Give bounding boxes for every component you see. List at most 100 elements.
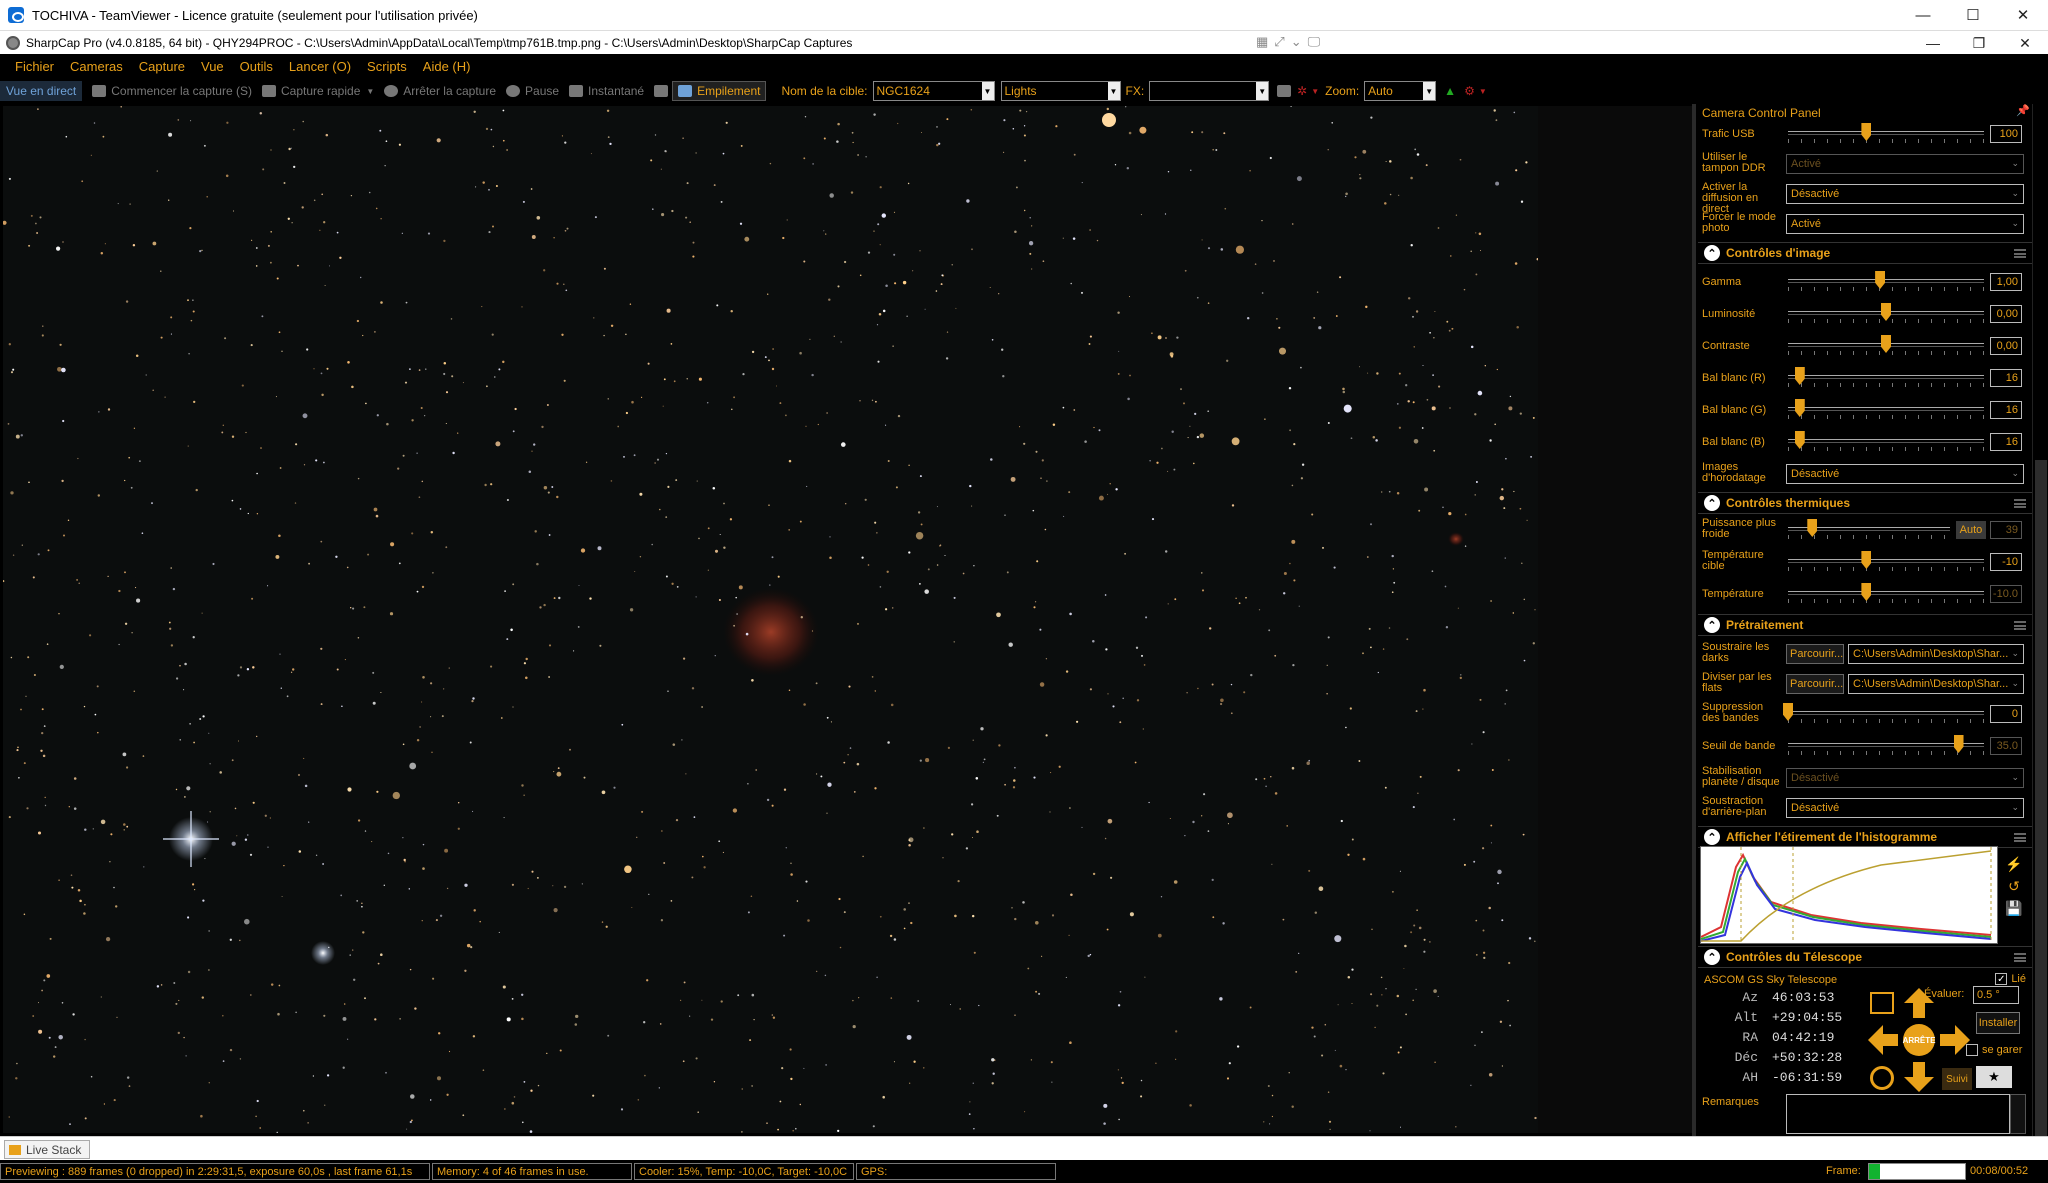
gamma-value[interactable]: 1,00 [1990, 273, 2022, 291]
wb-blue-slider[interactable] [1788, 439, 1984, 443]
target-temp-slider[interactable] [1788, 559, 1984, 563]
settings-icon[interactable]: ⚙ [1464, 84, 1475, 98]
stop-capture-button[interactable]: Arrêter la capture [384, 84, 496, 98]
zoom-combo[interactable]: Auto ▼ [1364, 81, 1437, 101]
photo-select[interactable]: Activé ⌄ [1786, 214, 2024, 234]
sc-minimize-button[interactable]: — [1910, 31, 1956, 55]
rate-select[interactable]: 0.5 ° [1973, 986, 2019, 1004]
quick-capture-button[interactable]: Capture rapide ▼ [261, 84, 374, 98]
wb-green-value[interactable]: 16 [1990, 401, 2022, 419]
menu-aide[interactable]: Aide (H) [423, 59, 471, 74]
copy-icon[interactable] [654, 85, 669, 97]
stop-button[interactable]: ARRÊTE [1903, 1024, 1935, 1056]
usb-traffic-value[interactable]: 100 [1990, 125, 2022, 143]
menu-lancer[interactable]: Lancer (O) [289, 59, 351, 74]
histogram-icon[interactable]: ▲ [1444, 84, 1456, 98]
band-suppression-value[interactable]: 0 [1990, 705, 2022, 723]
notes-scrollbar[interactable] [2010, 1094, 2026, 1134]
remote-grid-icon[interactable]: ▦ [1256, 34, 1268, 50]
menu-scripts[interactable]: Scripts [367, 59, 407, 74]
wb-blue-value[interactable]: 16 [1990, 433, 2022, 451]
tracking-button[interactable]: Suivi [1942, 1068, 1972, 1090]
band-threshold-value[interactable]: 35.0 [1990, 737, 2022, 755]
preprocessing-header[interactable]: ⌃ Prétraitement [1698, 614, 2032, 636]
star [321, 193, 324, 196]
stabilization-select[interactable]: Désactivé ⌄ [1786, 768, 2024, 788]
star-icon[interactable]: ★ [1976, 1066, 2012, 1088]
linked-checkbox[interactable]: ✓ Lié [1995, 973, 2026, 985]
histogram-stretch-header[interactable]: ⌃ Afficher l'étirement de l'histogramme [1698, 826, 2032, 848]
sc-close-button[interactable]: ✕ [2002, 31, 2048, 55]
telescope-controls-header[interactable]: ⌃ Contrôles du Télescope [1698, 946, 2032, 968]
star [1388, 490, 1391, 493]
save-icon[interactable]: 💾 [2005, 900, 2023, 918]
auto-stretch-icon[interactable]: ⚡ [2005, 856, 2023, 874]
luminosity-value[interactable]: 0,00 [1990, 305, 2022, 323]
panel-scrollbar[interactable] [2032, 104, 2048, 1140]
frame-type-combo[interactable]: Lights ▼ [1000, 81, 1121, 101]
target-temp-value[interactable]: -10 [1990, 553, 2022, 571]
bg-subtraction-select[interactable]: Désactivé ⌄ [1786, 798, 2024, 818]
start-capture-button[interactable]: Commencer la capture (S) [92, 84, 252, 98]
star [908, 464, 910, 467]
arrow-down-icon[interactable] [1904, 1062, 1934, 1092]
wb-green-slider[interactable] [1788, 407, 1984, 411]
goto-icon[interactable] [1870, 992, 1894, 1014]
remote-monitor-icon[interactable]: 🖵 [1308, 34, 1321, 50]
menu-vue[interactable]: Vue [201, 59, 224, 74]
park-checkbox[interactable]: se garer [1966, 1044, 2022, 1056]
menu-capture[interactable]: Capture [139, 59, 185, 74]
usb-traffic-slider[interactable] [1788, 131, 1984, 135]
ddr-select[interactable]: Activé ⌄ [1786, 154, 2024, 174]
minimize-button[interactable]: — [1898, 0, 1948, 30]
menu-cameras[interactable]: Cameras [70, 59, 123, 74]
histogram-display[interactable] [1700, 846, 1998, 944]
wb-red-value[interactable]: 16 [1990, 369, 2022, 387]
flats-browse-button[interactable]: Parcourir... [1786, 674, 1844, 694]
settings-dropdown-icon[interactable]: ▼ [1479, 87, 1487, 96]
menu-outils[interactable]: Outils [240, 59, 273, 74]
sc-restore-button[interactable]: ❐ [1956, 31, 2002, 55]
pin-icon[interactable]: 📌 [2016, 104, 2030, 117]
gamma-slider[interactable] [1788, 279, 1984, 283]
darks-path-select[interactable]: C:\Users\Admin\Desktop\Shar... ⌄ [1848, 644, 2024, 664]
notes-textarea[interactable] [1786, 1094, 2010, 1134]
remote-fullscreen-icon[interactable]: ⤢ [1274, 34, 1284, 50]
image-viewer[interactable] [3, 106, 1538, 1133]
panel-splitter[interactable] [1692, 104, 1696, 1136]
arrow-left-icon[interactable] [1868, 1025, 1898, 1055]
install-button[interactable]: Installer [1976, 1012, 2020, 1034]
band-suppression-slider[interactable] [1788, 711, 1984, 715]
star [874, 787, 877, 790]
star [221, 431, 224, 434]
thermal-controls-header[interactable]: ⌃ Contrôles thermiques [1698, 492, 2032, 514]
pause-button[interactable]: Pause [506, 84, 559, 98]
sun-icon[interactable] [1870, 1066, 1894, 1090]
crosshair-dropdown-icon[interactable]: ▼ [1311, 87, 1319, 96]
timestamp-select[interactable]: Désactivé ⌄ [1786, 464, 2024, 484]
scrollbar-thumb[interactable] [2035, 460, 2047, 1140]
flats-path-select[interactable]: C:\Users\Admin\Desktop\Shar... ⌄ [1848, 674, 2024, 694]
contrast-value[interactable]: 0,00 [1990, 337, 2022, 355]
close-button[interactable]: ✕ [1998, 0, 2048, 30]
crosshair-icon[interactable]: ✲ [1297, 84, 1307, 98]
fx-combo[interactable]: ▼ [1149, 81, 1270, 101]
target-name-combo[interactable]: NGC1624 ▼ [872, 81, 995, 101]
star [1493, 109, 1496, 112]
snapshot-button[interactable]: Instantané [569, 84, 644, 98]
record-icon[interactable] [1277, 85, 1292, 97]
tab-live-stack[interactable]: Live Stack [4, 1140, 91, 1159]
remote-chevron-icon[interactable]: ⌄ [1291, 34, 1302, 50]
menu-fichier[interactable]: Fichier [15, 59, 54, 74]
image-controls-header[interactable]: ⌃ Contrôles d'image [1698, 242, 2032, 264]
live-view-button[interactable]: Vue en direct [0, 81, 83, 101]
stream-select[interactable]: Désactivé ⌄ [1786, 184, 2024, 204]
maximize-button[interactable]: ☐ [1948, 0, 1998, 30]
darks-browse-button[interactable]: Parcourir... [1786, 644, 1844, 664]
teamviewer-remote-tools[interactable]: ▦ ⤢ ⌄ 🖵 [1256, 34, 1320, 50]
wb-red-slider[interactable] [1788, 375, 1984, 379]
stacking-button[interactable]: Empilement [672, 81, 767, 101]
reset-icon[interactable]: ↺ [2005, 878, 2023, 896]
star [1457, 607, 1459, 609]
cooler-auto-button[interactable]: Auto [1956, 521, 1986, 539]
